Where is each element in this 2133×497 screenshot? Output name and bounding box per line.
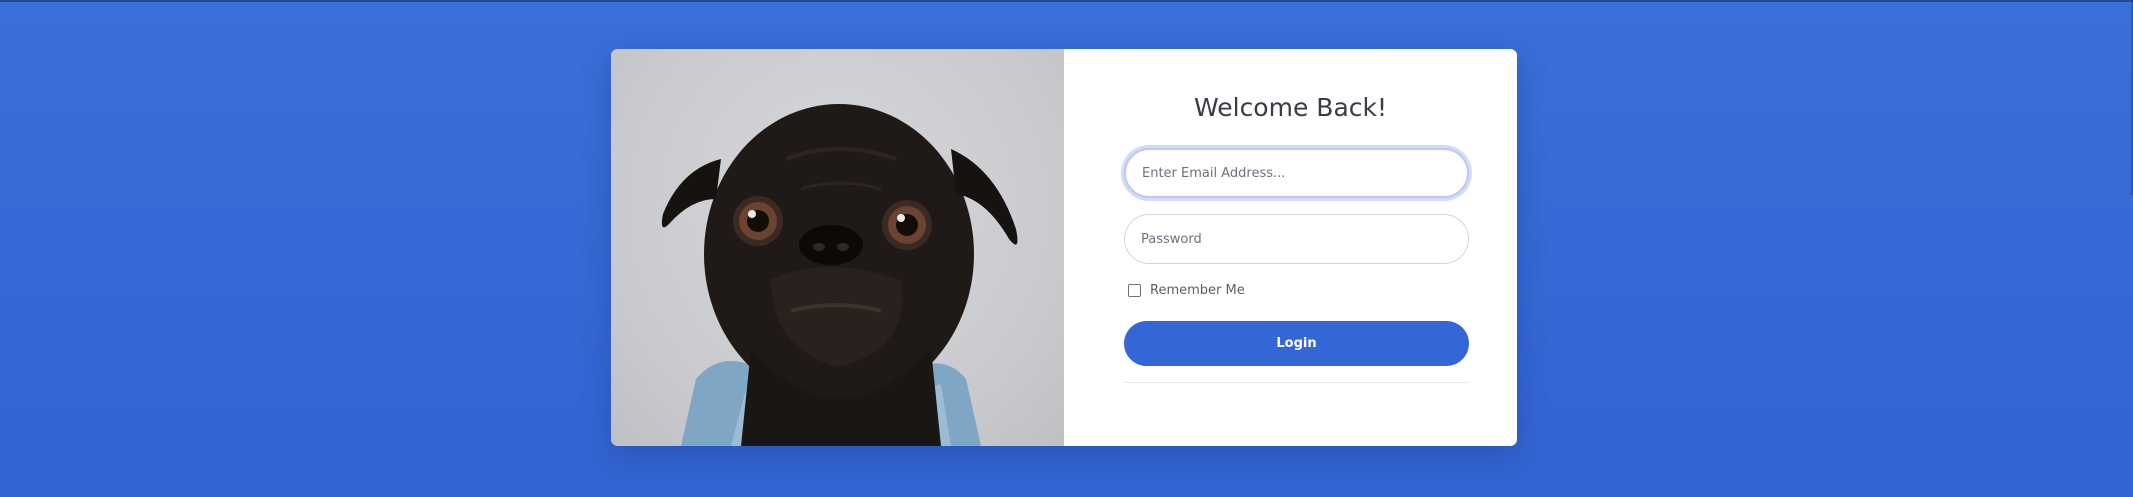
remember-me-checkbox[interactable]: [1128, 284, 1141, 297]
divider: [1124, 382, 1469, 383]
email-field[interactable]: [1124, 148, 1469, 198]
window-top-border: [0, 0, 2133, 2]
login-button[interactable]: Login: [1124, 321, 1469, 366]
login-card: Welcome Back! Remember Me Login: [611, 49, 1517, 446]
pug-dog-photo: [611, 49, 1064, 446]
page-title: Welcome Back!: [1193, 93, 1388, 122]
remember-me-row[interactable]: Remember Me: [1128, 283, 1245, 298]
remember-me-label: Remember Me: [1150, 283, 1245, 298]
login-form-pane: Welcome Back! Remember Me Login: [1064, 49, 1517, 446]
password-field[interactable]: [1124, 214, 1469, 264]
pug-illustration: [661, 104, 1018, 446]
